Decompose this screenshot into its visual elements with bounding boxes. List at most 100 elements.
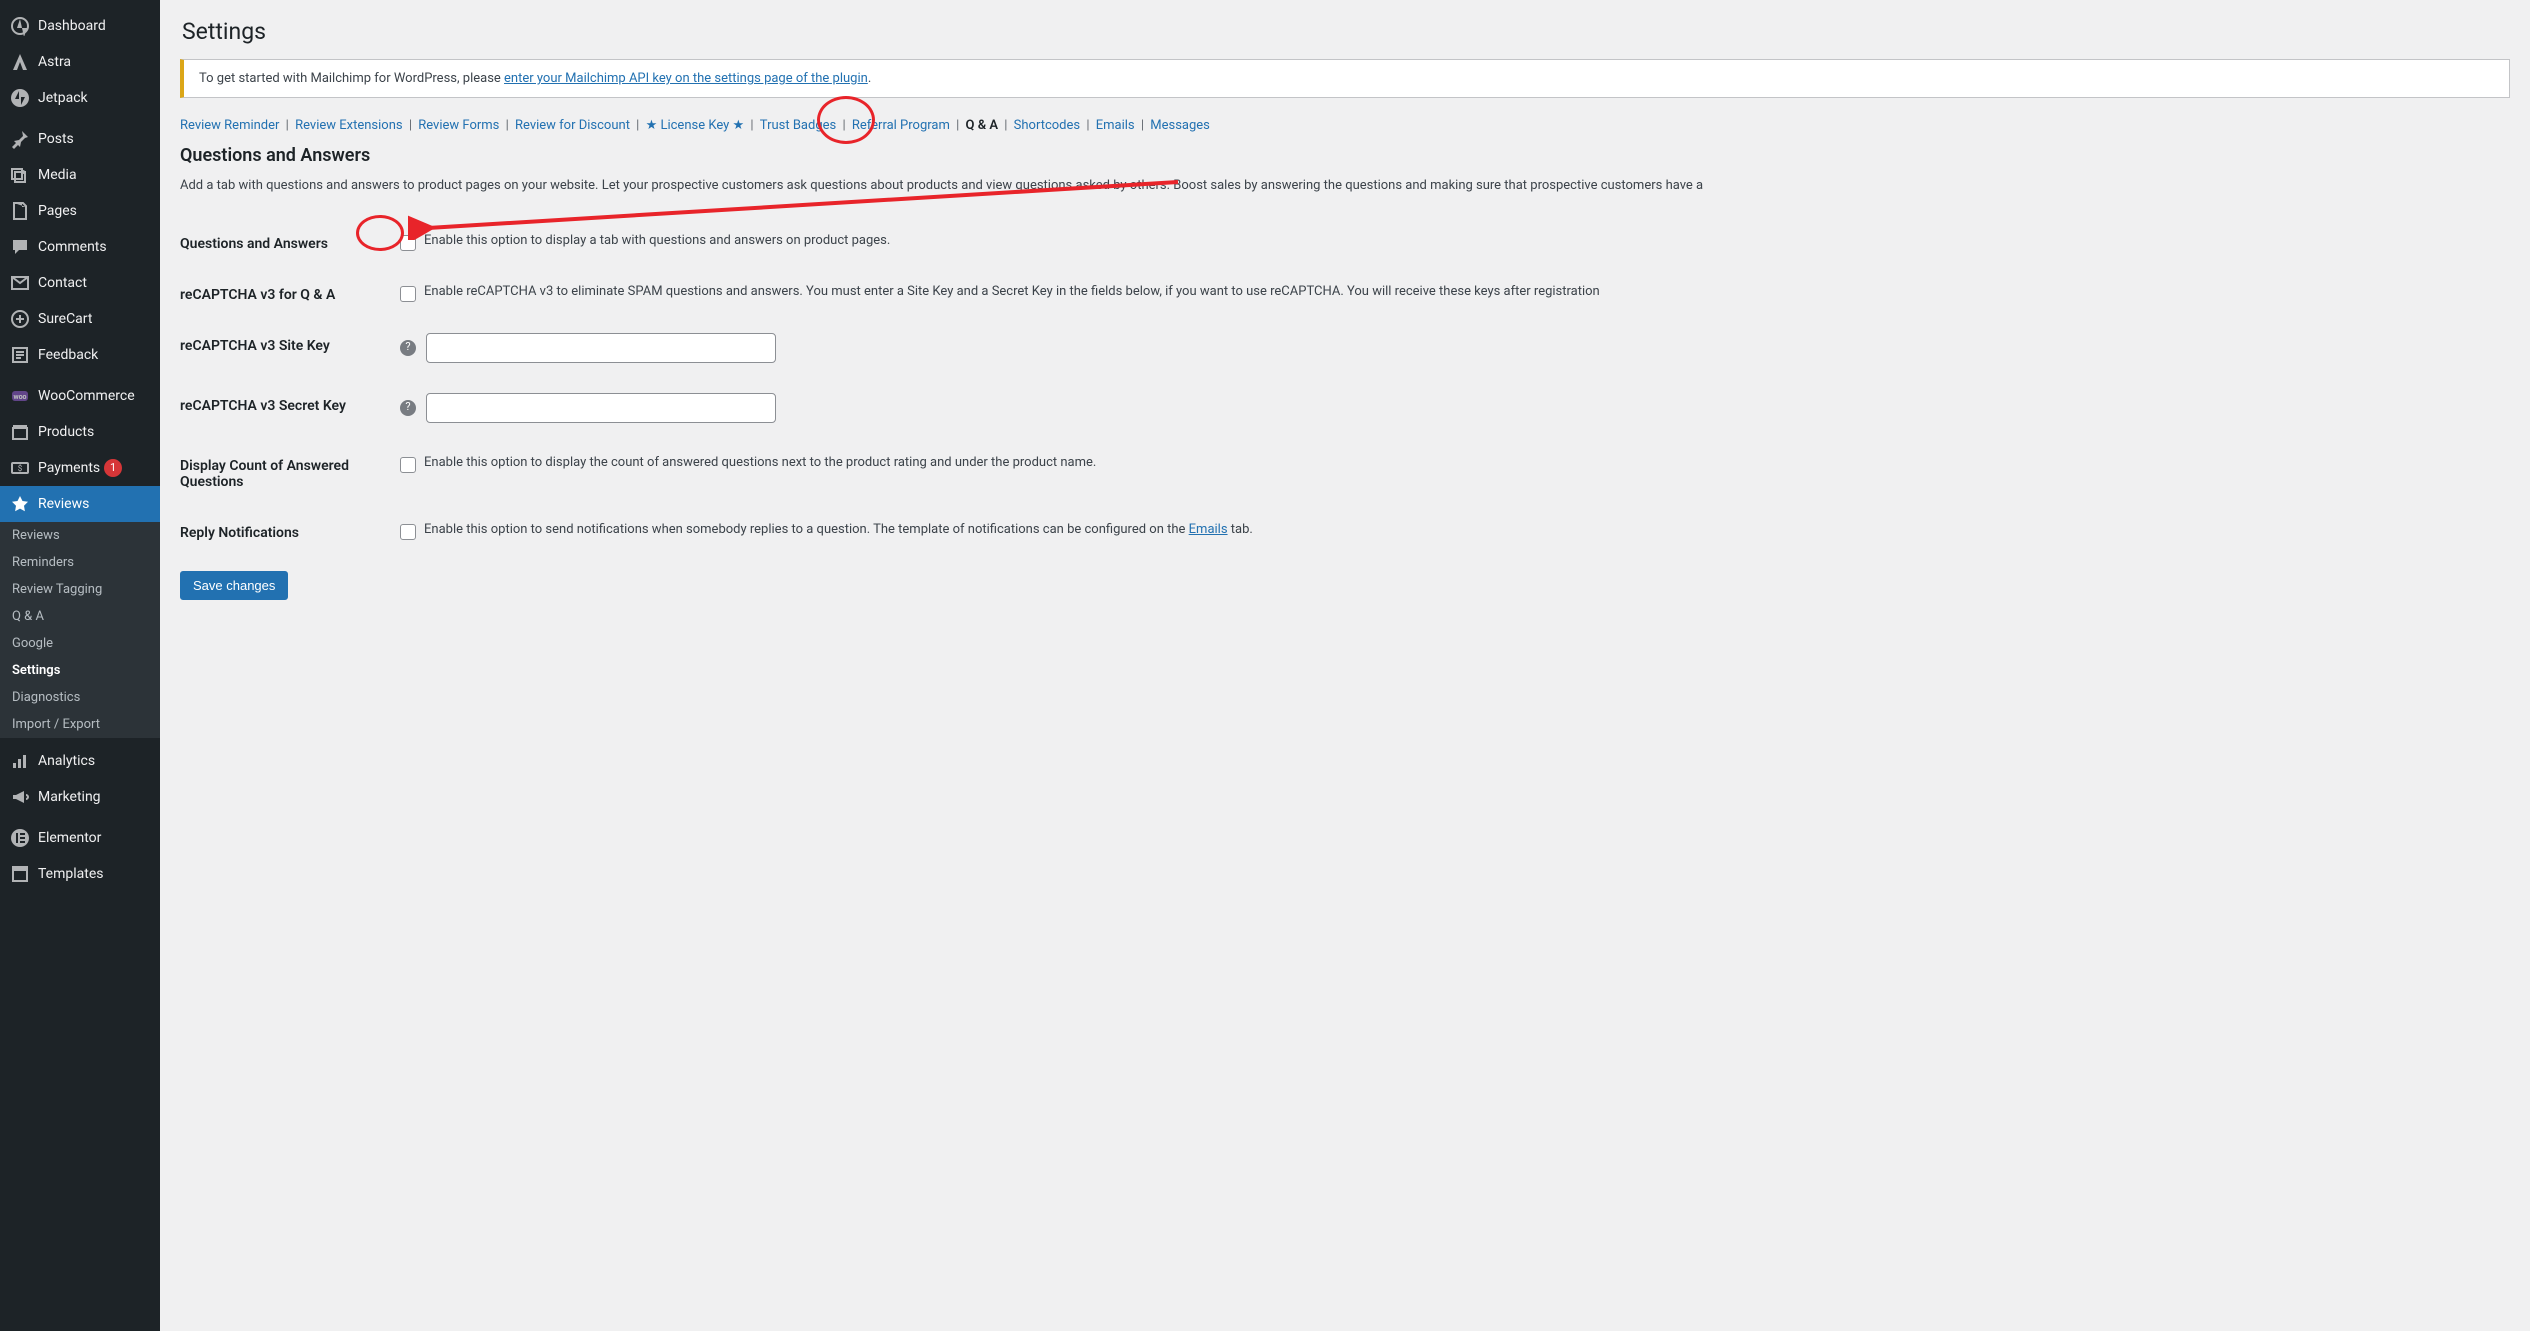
sidebar-item-label: Analytics: [38, 753, 95, 769]
dashboard-icon: [10, 16, 30, 36]
sidebar-item-marketing[interactable]: Marketing: [0, 779, 160, 815]
svg-text:woo: woo: [13, 393, 26, 401]
sidebar-item-posts[interactable]: Posts: [0, 121, 160, 157]
recaptcha-enable-desc: Enable reCAPTCHA v3 to eliminate SPAM qu…: [424, 282, 1600, 302]
secret-key-label: reCAPTCHA v3 Secret Key: [180, 393, 400, 414]
sidebar-item-label: Pages: [38, 203, 77, 219]
feedback-icon: [10, 345, 30, 365]
site-key-label: reCAPTCHA v3 Site Key: [180, 333, 400, 354]
reply-checkbox[interactable]: [400, 524, 416, 540]
tab-review-forms[interactable]: Review Forms: [418, 118, 499, 133]
tab-shortcodes[interactable]: Shortcodes: [1014, 118, 1080, 133]
sidebar-item-contact[interactable]: Contact: [0, 265, 160, 301]
tab-qa[interactable]: Q & A: [966, 118, 999, 133]
sidebar-item-label: Astra: [38, 54, 71, 70]
section-desc: Add a tab with questions and answers to …: [180, 176, 2510, 196]
woocommerce-icon: woo: [10, 386, 30, 406]
sidebar-item-label: Contact: [38, 275, 87, 291]
submenu-item-settings[interactable]: Settings: [0, 657, 160, 684]
sidebar-item-surecart[interactable]: SureCart: [0, 301, 160, 337]
mailchimp-notice: To get started with Mailchimp for WordPr…: [180, 59, 2510, 98]
help-icon[interactable]: ?: [400, 340, 416, 356]
svg-text:$: $: [18, 464, 23, 473]
star-icon: [10, 494, 30, 514]
tab-referral-program[interactable]: Referral Program: [852, 118, 950, 133]
elementor-icon: [10, 828, 30, 848]
sidebar-item-label: Payments: [38, 460, 100, 476]
sidebar-item-dashboard[interactable]: Dashboard: [0, 8, 160, 44]
products-icon: [10, 422, 30, 442]
sidebar-item-reviews[interactable]: Reviews: [0, 486, 160, 522]
sidebar-item-products[interactable]: Products: [0, 414, 160, 450]
reply-desc-suffix: tab.: [1228, 522, 1253, 537]
reply-emails-link[interactable]: Emails: [1189, 522, 1228, 537]
reply-label: Reply Notifications: [180, 520, 400, 541]
sidebar-item-media[interactable]: Media: [0, 157, 160, 193]
help-icon[interactable]: ?: [400, 400, 416, 416]
site-key-input[interactable]: [426, 333, 776, 363]
sidebar-item-label: Feedback: [38, 347, 98, 363]
qa-checkbox[interactable]: [400, 235, 416, 251]
recaptcha-enable-label: reCAPTCHA v3 for Q & A: [180, 282, 400, 303]
sidebar-item-comments[interactable]: Comments: [0, 229, 160, 265]
sidebar-item-label: WooCommerce: [38, 388, 135, 404]
sidebar-item-label: Elementor: [38, 830, 101, 846]
sidebar-item-label: Reviews: [38, 496, 89, 512]
notice-text-prefix: To get started with Mailchimp for WordPr…: [199, 71, 504, 86]
sidebar-item-label: Products: [38, 424, 94, 440]
submenu-item-google[interactable]: Google: [0, 630, 160, 657]
tab-license-key[interactable]: ★ License Key ★: [646, 118, 745, 133]
section-title: Questions and Answers: [180, 145, 2510, 166]
submenu-item-qa[interactable]: Q & A: [0, 603, 160, 630]
sidebar-item-label: Dashboard: [38, 18, 106, 34]
sidebar-item-templates[interactable]: Templates: [0, 856, 160, 892]
payments-icon: $: [10, 458, 30, 478]
submenu-item-review-tagging[interactable]: Review Tagging: [0, 576, 160, 603]
qa-checkbox-desc: Enable this option to display a tab with…: [424, 231, 890, 251]
main-content: Settings To get started with Mailchimp f…: [160, 0, 2530, 1331]
sidebar-item-feedback[interactable]: Feedback: [0, 337, 160, 373]
sidebar-item-label: Media: [38, 167, 77, 183]
sidebar-item-elementor[interactable]: Elementor: [0, 820, 160, 856]
sidebar-item-woocommerce[interactable]: woo WooCommerce: [0, 378, 160, 414]
sidebar-item-analytics[interactable]: Analytics: [0, 743, 160, 779]
submenu-item-reminders[interactable]: Reminders: [0, 549, 160, 576]
mail-icon: [10, 273, 30, 293]
display-count-desc: Enable this option to display the count …: [424, 453, 1096, 473]
save-button[interactable]: Save changes: [180, 571, 288, 600]
sidebar-item-label: SureCart: [38, 311, 92, 327]
notice-link[interactable]: enter your Mailchimp API key on the sett…: [504, 71, 868, 86]
sidebar-item-label: Marketing: [38, 789, 101, 805]
sidebar-item-payments[interactable]: $ Payments 1: [0, 450, 160, 486]
secret-key-input[interactable]: [426, 393, 776, 423]
sidebar-item-astra[interactable]: Astra: [0, 44, 160, 80]
page-title: Settings: [182, 18, 2510, 45]
tab-review-reminder[interactable]: Review Reminder: [180, 118, 279, 133]
display-count-label: Display Count of Answered Questions: [180, 453, 400, 490]
sidebar-item-label: Posts: [38, 131, 74, 147]
sidebar-item-pages[interactable]: Pages: [0, 193, 160, 229]
submenu-item-reviews[interactable]: Reviews: [0, 522, 160, 549]
sidebar-item-label: Jetpack: [38, 90, 88, 106]
tab-review-discount[interactable]: Review for Discount: [515, 118, 630, 133]
display-count-checkbox[interactable]: [400, 457, 416, 473]
submenu-item-import-export[interactable]: Import / Export: [0, 711, 160, 738]
templates-icon: [10, 864, 30, 884]
sidebar-item-jetpack[interactable]: Jetpack: [0, 80, 160, 116]
settings-tabs: Review Reminder | Review Extensions | Re…: [180, 118, 2510, 133]
reply-desc-prefix: Enable this option to send notifications…: [424, 522, 1189, 537]
tab-trust-badges[interactable]: Trust Badges: [760, 118, 836, 133]
marketing-icon: [10, 787, 30, 807]
surecart-icon: [10, 309, 30, 329]
submenu-reviews: Reviews Reminders Review Tagging Q & A G…: [0, 522, 160, 738]
admin-sidebar: Dashboard Astra Jetpack Posts Media Page…: [0, 0, 160, 1331]
astra-icon: [10, 52, 30, 72]
tab-emails[interactable]: Emails: [1096, 118, 1135, 133]
tab-messages[interactable]: Messages: [1150, 118, 1210, 133]
jetpack-icon: [10, 88, 30, 108]
submenu-item-diagnostics[interactable]: Diagnostics: [0, 684, 160, 711]
sidebar-item-label: Templates: [38, 866, 104, 882]
recaptcha-enable-checkbox[interactable]: [400, 286, 416, 302]
tab-review-extensions[interactable]: Review Extensions: [295, 118, 403, 133]
analytics-icon: [10, 751, 30, 771]
